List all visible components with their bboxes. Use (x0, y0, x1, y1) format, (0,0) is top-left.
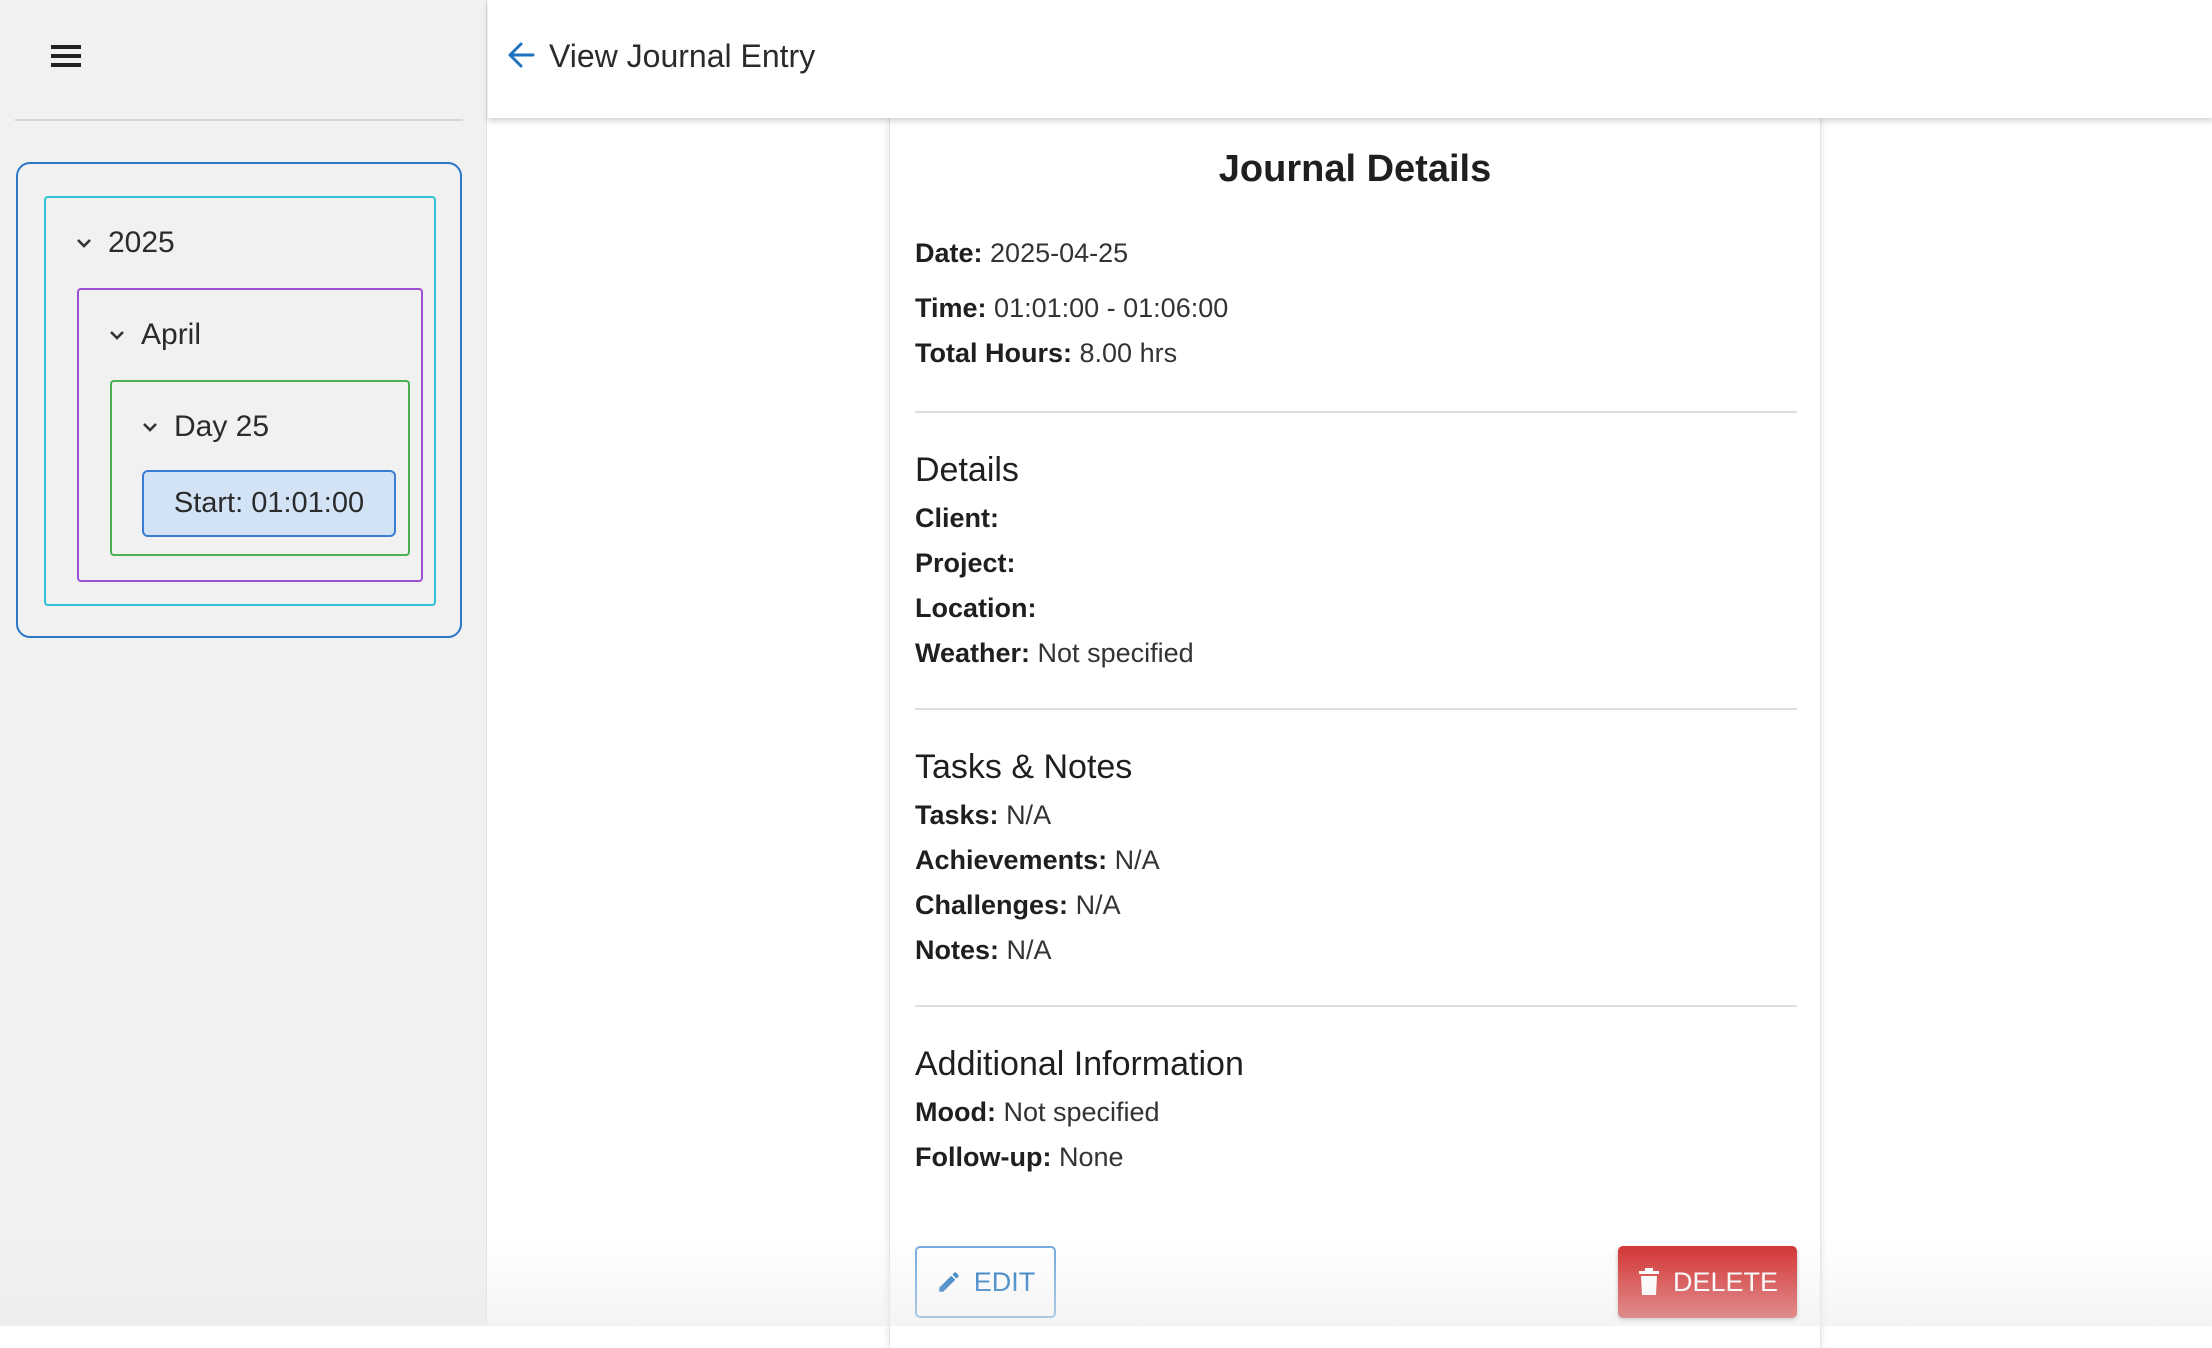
tree-day-label: Day 25 (174, 410, 270, 443)
pencil-icon (936, 1269, 962, 1295)
tree-month-toggle[interactable]: April (107, 318, 201, 352)
sidebar: 2025 April Day 25 Start: 01:01:00 (0, 0, 487, 1326)
tree-day-group: Day 25 Start: 01:01:00 (110, 380, 410, 556)
chevron-down-icon (107, 325, 127, 345)
weather-label: Weather: (915, 638, 1031, 668)
tree-day-toggle[interactable]: Day 25 (140, 410, 269, 444)
menu-button[interactable] (44, 36, 88, 76)
client-field: Client: (915, 503, 999, 534)
tasks-notes-heading: Tasks & Notes (915, 748, 1133, 786)
tree-year-label: 2025 (108, 226, 175, 259)
followup-field: Follow-up: None (915, 1142, 1124, 1173)
total-hours-field: Total Hours: 8.00 hrs (915, 338, 1177, 369)
tree-year-toggle[interactable]: 2025 (74, 226, 175, 260)
delete-button[interactable]: DELETE (1618, 1246, 1797, 1318)
journal-details-card: Journal Details Date: 2025-04-25 Time: 0… (889, 118, 1821, 1348)
notes-field: Notes: N/A (915, 935, 1052, 966)
project-label: Project: (915, 548, 1016, 578)
arrow-left-icon (508, 42, 535, 68)
page-title: View Journal Entry (549, 38, 816, 74)
sidebar-divider (15, 119, 463, 121)
time-label: Time: (915, 293, 987, 323)
top-app-bar: View Journal Entry (488, 0, 2212, 118)
tree-year-group: 2025 April Day 25 Start: 01:01:00 (44, 196, 436, 606)
notes-value: N/A (1006, 935, 1052, 965)
time-field: Time: 01:01:00 - 01:06:00 (915, 293, 1228, 324)
total-hours-value: 8.00 hrs (1079, 338, 1178, 368)
challenges-label: Challenges: (915, 890, 1069, 920)
tasks-label: Tasks: (915, 800, 999, 830)
chevron-down-icon (140, 417, 160, 437)
mood-label: Mood: (915, 1097, 996, 1127)
card-title: Journal Details (1218, 148, 1492, 190)
followup-label: Follow-up: (915, 1142, 1052, 1172)
journal-tree: 2025 April Day 25 Start: 01:01:00 (16, 162, 462, 638)
chevron-down-icon (74, 233, 94, 253)
tree-entry-item[interactable]: Start: 01:01:00 (142, 470, 396, 537)
achievements-value: N/A (1114, 845, 1160, 875)
total-hours-label: Total Hours: (915, 338, 1072, 368)
date-value: 2025-04-25 (990, 238, 1129, 268)
location-label: Location: (915, 593, 1037, 623)
mood-field: Mood: Not specified (915, 1097, 1160, 1128)
achievements-field: Achievements: N/A (915, 845, 1160, 876)
time-value: 01:01:00 - 01:06:00 (994, 293, 1229, 323)
back-button[interactable] (502, 34, 540, 76)
tasks-value: N/A (1006, 800, 1052, 830)
challenges-value: N/A (1075, 890, 1121, 920)
section-divider (915, 1005, 1797, 1007)
tasks-field: Tasks: N/A (915, 800, 1051, 831)
project-field: Project: (915, 548, 1016, 579)
date-label: Date: (915, 238, 983, 268)
edit-button-label: EDIT (973, 1266, 1036, 1297)
section-divider (915, 411, 1797, 413)
details-heading: Details (915, 451, 1019, 489)
weather-value: Not specified (1037, 638, 1194, 668)
date-field: Date: 2025-04-25 (915, 238, 1128, 269)
menu-icon (51, 45, 81, 67)
notes-label: Notes: (915, 935, 1000, 965)
followup-value: None (1058, 1142, 1124, 1172)
challenges-field: Challenges: N/A (915, 890, 1121, 921)
additional-info-heading: Additional Information (915, 1045, 1244, 1083)
trash-icon (1637, 1268, 1661, 1296)
tree-month-group: April Day 25 Start: 01:01:00 (77, 288, 423, 582)
section-divider (915, 708, 1797, 710)
achievements-label: Achievements: (915, 845, 1108, 875)
tree-month-label: April (141, 318, 202, 351)
client-label: Client: (915, 503, 999, 533)
mood-value: Not specified (1003, 1097, 1160, 1127)
edit-button[interactable]: EDIT (915, 1246, 1056, 1318)
location-field: Location: (915, 593, 1037, 624)
weather-field: Weather: Not specified (915, 638, 1194, 669)
delete-button-label: DELETE (1672, 1266, 1779, 1297)
